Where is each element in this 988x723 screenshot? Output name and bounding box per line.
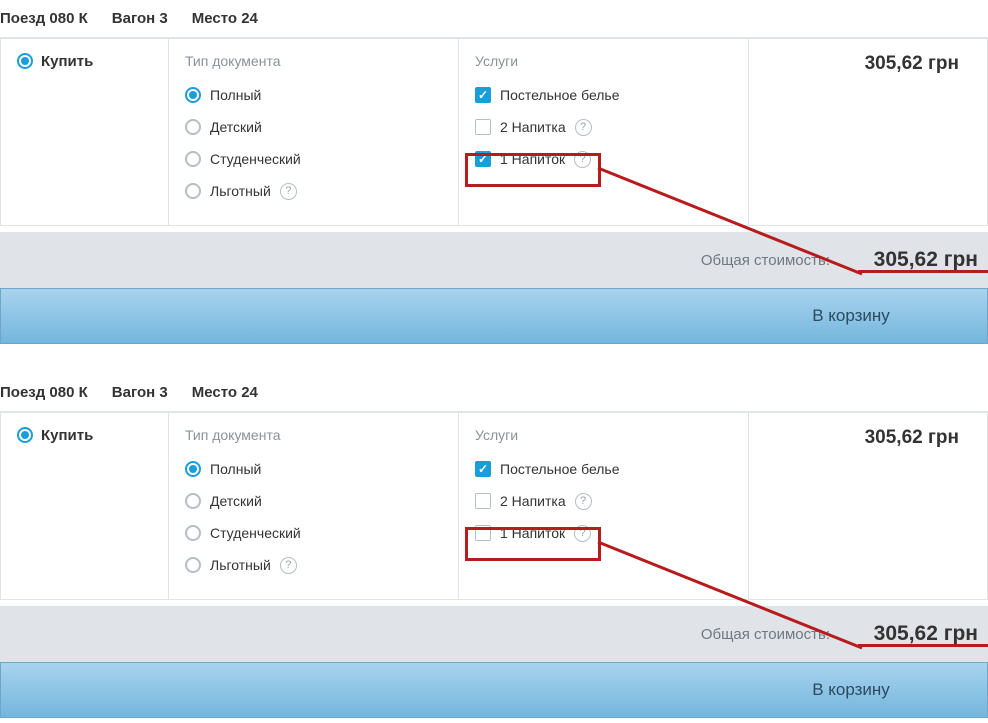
svc-drink1-checkbox[interactable] xyxy=(475,525,491,541)
buy-label: Купить xyxy=(41,53,93,70)
doc-student[interactable]: Студенческий xyxy=(185,143,442,175)
cart-bar: В корзину xyxy=(0,288,988,344)
doc-child[interactable]: Детский xyxy=(185,111,442,143)
svc-drink1[interactable]: 1 Напиток ? xyxy=(475,517,732,549)
ticket-panel: Купить Тип документа Полный Детский Студ… xyxy=(0,37,988,226)
ticket-price: 305,62 грн xyxy=(749,39,987,225)
doc-full-radio[interactable] xyxy=(185,461,201,477)
total-bar: Общая стоимость: 305,62 грн xyxy=(0,606,988,662)
help-icon[interactable]: ? xyxy=(574,151,591,168)
doc-discount[interactable]: Льготный ? xyxy=(185,175,442,207)
total-price: 305,62 грн xyxy=(848,622,978,646)
add-to-cart-button[interactable]: В корзину xyxy=(715,289,987,343)
buy-option[interactable]: Купить xyxy=(1,413,169,599)
svc-linen-checkbox[interactable] xyxy=(475,461,491,477)
help-icon[interactable]: ? xyxy=(280,183,297,200)
svc-section-label: Услуги xyxy=(475,427,732,443)
doc-full[interactable]: Полный xyxy=(185,453,442,485)
doc-discount-radio[interactable] xyxy=(185,557,201,573)
booking-block-1: Поезд 080 К Вагон 3 Место 24 Купить Тип … xyxy=(0,0,988,344)
seat-label: Место 24 xyxy=(192,384,258,401)
annotation-underline xyxy=(858,644,988,647)
train-label: Поезд 080 К xyxy=(0,10,88,27)
buy-radio[interactable] xyxy=(17,427,33,443)
buy-radio[interactable] xyxy=(17,53,33,69)
ticket-price: 305,62 грн xyxy=(749,413,987,599)
booking-block-2: Поезд 080 К Вагон 3 Место 24 Купить Тип … xyxy=(0,374,988,718)
doc-full-radio[interactable] xyxy=(185,87,201,103)
doc-child[interactable]: Детский xyxy=(185,485,442,517)
svc-linen-checkbox[interactable] xyxy=(475,87,491,103)
services-column: Услуги Постельное белье 2 Напитка ? 1 На… xyxy=(459,413,749,599)
total-label: Общая стоимость: xyxy=(701,252,830,269)
wagon-label: Вагон 3 xyxy=(112,384,168,401)
svc-linen[interactable]: Постельное белье xyxy=(475,79,732,111)
doc-discount-radio[interactable] xyxy=(185,183,201,199)
ticket-panel: Купить Тип документа Полный Детский Студ… xyxy=(0,411,988,600)
svc-drink1-checkbox[interactable] xyxy=(475,151,491,167)
total-bar: Общая стоимость: 305,62 грн xyxy=(0,232,988,288)
ticket-header: Поезд 080 К Вагон 3 Место 24 xyxy=(0,374,988,411)
svc-linen[interactable]: Постельное белье xyxy=(475,453,732,485)
doc-student[interactable]: Студенческий xyxy=(185,517,442,549)
doc-child-radio[interactable] xyxy=(185,119,201,135)
ticket-header: Поезд 080 К Вагон 3 Место 24 xyxy=(0,0,988,37)
buy-label: Купить xyxy=(41,427,93,444)
doc-section-label: Тип документа xyxy=(185,53,442,69)
svc-drinks2-checkbox[interactable] xyxy=(475,493,491,509)
annotation-underline xyxy=(858,270,988,273)
svc-drink1[interactable]: 1 Напиток ? xyxy=(475,143,732,175)
help-icon[interactable]: ? xyxy=(575,119,592,136)
doc-child-radio[interactable] xyxy=(185,493,201,509)
help-icon[interactable]: ? xyxy=(574,525,591,542)
doc-type-column: Тип документа Полный Детский Студенчески… xyxy=(169,413,459,599)
seat-label: Место 24 xyxy=(192,10,258,27)
svc-drinks2[interactable]: 2 Напитка ? xyxy=(475,485,732,517)
cart-bar: В корзину xyxy=(0,662,988,718)
services-column: Услуги Постельное белье 2 Напитка ? 1 На… xyxy=(459,39,749,225)
total-label: Общая стоимость: xyxy=(701,626,830,643)
doc-type-column: Тип документа Полный Детский Студенчески… xyxy=(169,39,459,225)
doc-section-label: Тип документа xyxy=(185,427,442,443)
doc-discount[interactable]: Льготный ? xyxy=(185,549,442,581)
help-icon[interactable]: ? xyxy=(575,493,592,510)
buy-option[interactable]: Купить xyxy=(1,39,169,225)
help-icon[interactable]: ? xyxy=(280,557,297,574)
add-to-cart-button[interactable]: В корзину xyxy=(715,663,987,717)
wagon-label: Вагон 3 xyxy=(112,10,168,27)
doc-full[interactable]: Полный xyxy=(185,79,442,111)
total-price: 305,62 грн xyxy=(848,248,978,272)
doc-student-radio[interactable] xyxy=(185,525,201,541)
doc-student-radio[interactable] xyxy=(185,151,201,167)
svc-drinks2[interactable]: 2 Напитка ? xyxy=(475,111,732,143)
train-label: Поезд 080 К xyxy=(0,384,88,401)
svc-section-label: Услуги xyxy=(475,53,732,69)
svc-drinks2-checkbox[interactable] xyxy=(475,119,491,135)
